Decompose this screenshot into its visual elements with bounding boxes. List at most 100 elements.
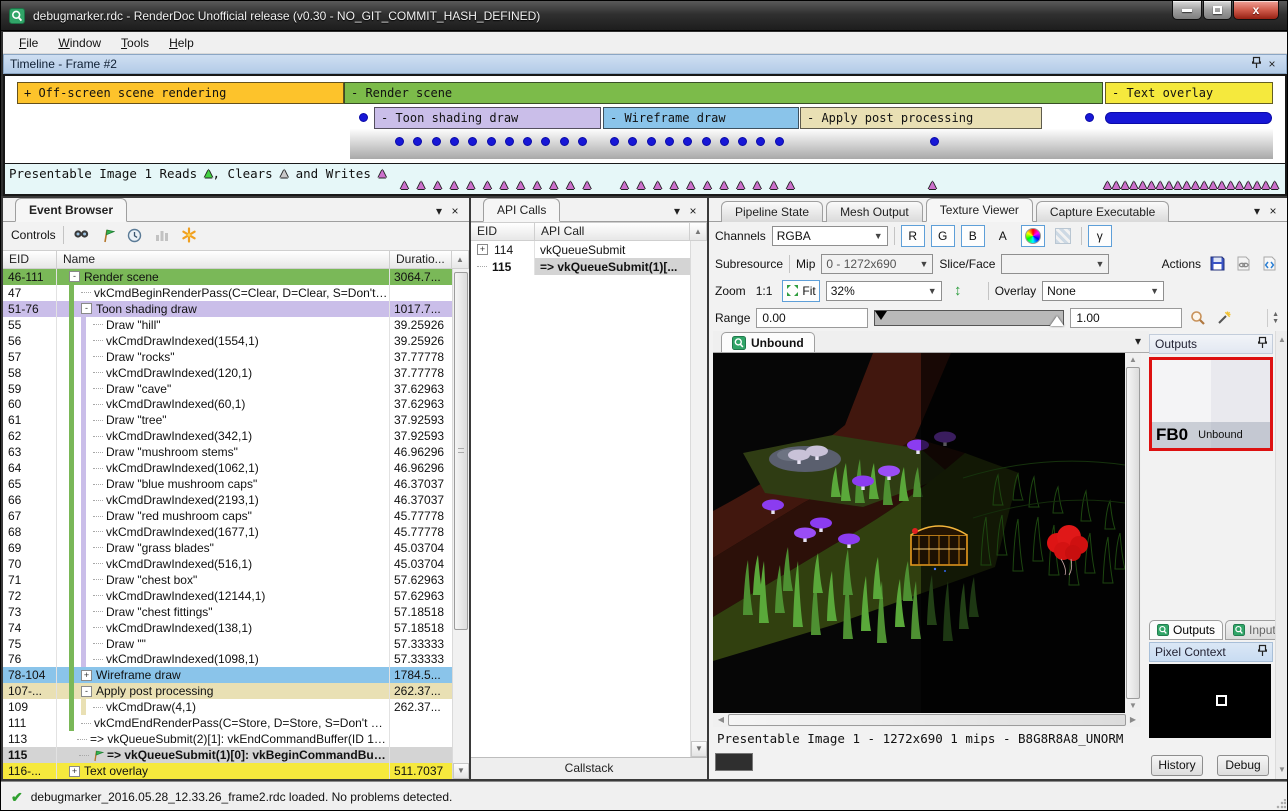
color-wheel-toggle[interactable] xyxy=(1021,225,1045,247)
event-row[interactable]: 70vkCmdDrawIndexed(516,1)45.03704 xyxy=(3,556,452,572)
draw-event-dot[interactable] xyxy=(628,137,637,146)
draw-event-dot[interactable] xyxy=(505,137,514,146)
tab-close-icon[interactable]: × xyxy=(1265,204,1281,218)
minimize-button[interactable] xyxy=(1172,1,1202,20)
range-slider[interactable] xyxy=(874,310,1064,326)
draw-event-dot[interactable] xyxy=(738,137,747,146)
zoom-range-icon[interactable] xyxy=(1188,308,1208,328)
save-texture-icon[interactable] xyxy=(1207,254,1227,274)
event-row[interactable]: 115=> vkQueueSubmit(1)[0]: vkBeginComman… xyxy=(3,747,452,763)
write-triangle-icon[interactable]: ▲ xyxy=(415,178,428,191)
event-row[interactable]: 66vkCmdDrawIndexed(2193,1)46.37037 xyxy=(3,492,452,508)
draw-event-dot[interactable] xyxy=(756,137,765,146)
overlay-combo[interactable]: None▼ xyxy=(1042,281,1164,301)
history-button[interactable]: History xyxy=(1151,755,1203,776)
timeline-marker[interactable]: - Render scene xyxy=(344,82,1103,104)
draw-event-dot[interactable] xyxy=(413,137,422,146)
tab-mesh-output[interactable]: Mesh Output xyxy=(826,201,923,222)
draw-event-dot[interactable] xyxy=(930,137,939,146)
draw-event-dot[interactable] xyxy=(702,137,711,146)
write-triangle-icon[interactable]: ▲ xyxy=(651,178,664,191)
event-row[interactable]: 64vkCmdDrawIndexed(1062,1)46.96296 xyxy=(3,460,452,476)
write-triangle-icon[interactable]: ▲ xyxy=(1268,178,1281,191)
col-eid[interactable]: EID xyxy=(3,251,57,269)
tab-dropdown-icon[interactable]: ▾ xyxy=(1249,204,1265,218)
zoom-1to1-button[interactable]: 1:1 xyxy=(752,280,777,302)
tab-dropdown-icon[interactable]: ▾ xyxy=(431,204,447,218)
event-row[interactable]: 75Draw ""57.33333 xyxy=(3,636,452,652)
event-row[interactable]: 113=> vkQueueSubmit(2)[1]: vkEndCommandB… xyxy=(3,731,452,747)
event-row[interactable]: 61Draw "tree"37.92593 xyxy=(3,412,452,428)
event-row[interactable]: 69Draw "grass blades"45.03704 xyxy=(3,540,452,556)
channels-combo[interactable]: RGBA▼ xyxy=(772,226,888,246)
event-row[interactable]: 51-76-Toon shading draw1017.7... xyxy=(3,301,452,317)
draw-event-dot[interactable] xyxy=(665,137,674,146)
write-triangle-icon[interactable]: ▲ xyxy=(718,178,731,191)
mip-combo[interactable]: 0 - 1272x690▼ xyxy=(821,254,933,274)
checkerboard-background-toggle[interactable] xyxy=(1051,225,1075,247)
resize-grip-icon[interactable] xyxy=(1276,799,1286,809)
close-panel-icon[interactable]: × xyxy=(1264,57,1280,71)
col-name[interactable]: Name xyxy=(57,251,390,269)
event-row[interactable]: 74vkCmdDrawIndexed(138,1)57.18518 xyxy=(3,620,452,636)
event-row[interactable]: 47vkCmdBeginRenderPass(C=Clear, D=Clear,… xyxy=(3,285,452,301)
pin-icon[interactable] xyxy=(1248,56,1264,72)
thumbnail-scrollbar[interactable]: ▲ ▼ xyxy=(1275,331,1288,779)
maximize-button[interactable] xyxy=(1203,1,1232,20)
draw-event-dot[interactable] xyxy=(647,137,656,146)
event-row[interactable]: 111vkCmdEndRenderPass(C=Store, D=Store, … xyxy=(3,715,452,731)
tree-expander[interactable]: - xyxy=(69,271,80,282)
draw-event-dot[interactable] xyxy=(610,137,619,146)
menu-file[interactable]: File xyxy=(9,33,48,53)
write-triangle-icon[interactable]: ▲ xyxy=(481,178,494,191)
write-triangle-icon[interactable]: ▲ xyxy=(684,178,697,191)
write-triangle-icon[interactable]: ▲ xyxy=(618,178,631,191)
event-row[interactable]: 65Draw "blue mushroom caps"46.37037 xyxy=(3,476,452,492)
write-triangle-icon[interactable]: ▲ xyxy=(635,178,648,191)
event-row[interactable]: 109vkCmdDraw(4,1)262.37... xyxy=(3,699,452,715)
channel-alpha-toggle[interactable]: A xyxy=(991,225,1015,247)
tree-expander[interactable]: + xyxy=(81,670,92,681)
viewport-hscrollbar[interactable]: ◀ ▶ xyxy=(713,713,1141,727)
scroll-down-icon[interactable]: ▼ xyxy=(453,763,469,779)
draw-event-dot[interactable] xyxy=(560,137,569,146)
event-row[interactable]: 71Draw "chest box"57.62963 xyxy=(3,572,452,588)
texture-render-viewport[interactable] xyxy=(713,353,1125,713)
tab-unbound-texture[interactable]: Unbound xyxy=(721,332,815,352)
pixel-context-header[interactable]: Pixel Context xyxy=(1149,642,1273,662)
range-max-field[interactable]: 1.00 xyxy=(1070,308,1182,328)
write-triangle-icon[interactable]: ▲ xyxy=(751,178,764,191)
write-triangle-icon[interactable]: ▲ xyxy=(464,178,477,191)
timeline-marker[interactable]: - Wireframe draw xyxy=(603,107,799,129)
draw-event-dot[interactable] xyxy=(523,137,532,146)
event-row[interactable]: 57Draw "rocks"37.77778 xyxy=(3,349,452,365)
viewport-vscrollbar[interactable]: ▲ ▼ xyxy=(1125,353,1141,713)
menu-help[interactable]: Help xyxy=(159,33,204,53)
event-row[interactable]: 68vkCmdDrawIndexed(1677,1)45.77778 xyxy=(3,524,452,540)
texture-list-dropdown-icon[interactable]: ▾ xyxy=(1135,334,1149,348)
autofit-wand-icon[interactable] xyxy=(1214,308,1234,328)
event-row[interactable]: 78-104+Wireframe draw1784.5... xyxy=(3,667,452,683)
zoom-percent-combo[interactable]: 32%▼ xyxy=(826,281,942,301)
channel-blue-toggle[interactable]: B xyxy=(961,225,985,247)
event-row[interactable]: 46-111-Render scene3064.7... xyxy=(3,269,452,285)
draw-event-dot[interactable] xyxy=(359,113,368,122)
write-triangle-icon[interactable]: ▲ xyxy=(514,178,527,191)
write-triangle-icon[interactable]: ▲ xyxy=(701,178,714,191)
open-in-code-icon[interactable] xyxy=(1259,254,1279,274)
callstack-section-header[interactable]: Callstack xyxy=(471,757,707,779)
write-triangle-icon[interactable]: ▲ xyxy=(564,178,577,191)
tree-expander[interactable]: - xyxy=(81,686,92,697)
range-black-point-handle[interactable] xyxy=(875,311,887,320)
draw-event-dot[interactable] xyxy=(487,137,496,146)
debug-button[interactable]: Debug xyxy=(1217,755,1269,776)
draw-event-dot[interactable] xyxy=(432,137,441,146)
channel-green-toggle[interactable]: G xyxy=(931,225,955,247)
write-triangle-icon[interactable]: ▲ xyxy=(926,178,939,191)
draw-event-dot[interactable] xyxy=(1085,113,1094,122)
event-row[interactable]: 59Draw "cave"37.62963 xyxy=(3,381,452,397)
write-triangle-icon[interactable]: ▲ xyxy=(531,178,544,191)
event-row[interactable]: 55Draw "hill"39.25926 xyxy=(3,317,452,333)
col-duration[interactable]: Duratio... xyxy=(390,251,452,269)
find-event-icon[interactable] xyxy=(71,225,91,245)
